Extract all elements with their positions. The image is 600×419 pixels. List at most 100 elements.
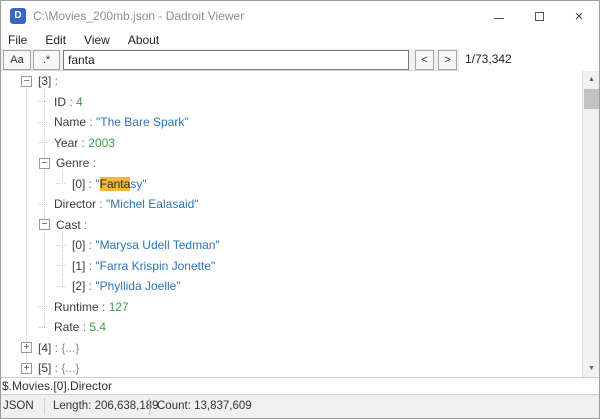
tree-row[interactable]: [1] : "Farra Krispin Jonette" [1,256,599,277]
collapse-box-icon[interactable]: − [21,75,32,87]
search-toolbar: Aa .* < > 1/73,342 [1,49,599,71]
tree-connector [39,306,47,308]
tree-row[interactable]: Year : 2003 [1,133,599,154]
scroll-up-icon[interactable]: ▲ [583,71,599,88]
tree-row[interactable]: − Cast : [1,215,599,236]
tree-colon: : [79,320,90,335]
tree-value: 2003 [88,135,115,150]
tree-row[interactable]: ID : 4 [1,92,599,113]
previous-match-button[interactable]: < [415,50,434,70]
close-button[interactable]: × [559,1,599,31]
tree-key: [5] [38,361,52,376]
tree-connector [39,101,47,103]
collapse-box-icon[interactable]: − [39,157,50,169]
tree-key: [4] [38,340,52,355]
tree-colon: : [85,238,96,253]
tree-row[interactable]: − [3] : [1,71,599,92]
json-tree: − [3] : ID : 4 Name : "The Bare Spark" Year… [1,71,599,377]
title-bar: D C:\Movies_200mb.json - Dadroit Viewer … [1,1,599,31]
menu-edit[interactable]: Edit [36,33,75,47]
tree-value: 4 [76,94,83,109]
app-window: D C:\Movies_200mb.json - Dadroit Viewer … [0,0,600,419]
tree-row[interactable]: [0] : "Marysa Udell Tedman" [1,235,599,256]
count-label: Count: 13,837,609 [157,400,252,412]
menu-view[interactable]: View [75,33,119,47]
status-divider [149,398,150,415]
tree-colon: : [66,94,77,109]
tree-row[interactable]: + [5] : {...} [1,358,599,377]
maximize-button[interactable] [519,1,559,31]
tree-row[interactable]: Rate : 5.4 [1,317,599,338]
maximize-icon [534,11,544,21]
menu-about[interactable]: About [119,33,168,47]
vertical-scrollbar[interactable]: ▲ ▼ [582,71,599,377]
tree-colon: : [78,135,89,150]
tree-key: Director [54,197,97,212]
tree-colon: : [86,115,97,130]
tree-key: Cast [56,217,81,232]
tree-value: 127 [108,299,129,314]
tree-key: Runtime [54,299,99,314]
tree-value: "Michel Ealasaid" [106,197,199,212]
tree-colon: : [51,361,62,376]
menu-bar: File Edit View About [1,31,599,49]
tree-row[interactable]: − Genre : [1,153,599,174]
tree-row[interactable]: Runtime : 127 [1,297,599,318]
tree-key: Name [54,115,87,130]
tree-value: "Marysa Udell Tedman" [95,238,220,253]
tree-key: [3] [38,74,52,89]
close-icon: × [574,7,584,25]
tree-key: ID [54,94,66,109]
tree-row[interactable]: + [4] : {...} [1,338,599,359]
tree-colon: : [85,258,96,273]
tree-colon: : [51,74,62,89]
tree-value: {...} [61,340,80,355]
tree-connector [39,121,47,123]
window-title: C:\Movies_200mb.json - Dadroit Viewer [33,9,245,23]
next-match-button[interactable]: > [438,50,457,70]
tree-key: [2] [72,279,86,294]
tree-connector [57,183,65,185]
match-counter-panel: 1/73,342 [459,49,599,71]
tree-colon: : [89,156,100,171]
tree-row[interactable]: Name : "The Bare Spark" [1,112,599,133]
tree-colon: : [96,197,107,212]
status-bar: JSON Length: 206,638,189 Count: 13,837,6… [1,395,599,418]
tree-connector [57,265,65,267]
tree-colon: : [80,217,91,232]
menu-file[interactable]: File [1,33,36,47]
window-controls: × [479,1,599,31]
search-input[interactable] [63,50,409,70]
collapse-box-icon[interactable]: − [39,219,50,231]
tree-colon: : [85,176,96,191]
scrollbar-thumb[interactable] [584,89,599,109]
tree-row[interactable]: Director : "Michel Ealasaid" [1,194,599,215]
expand-box-icon[interactable]: + [21,342,32,354]
tree-connector [57,244,65,246]
format-label: JSON [3,400,34,412]
tree-key: Rate [54,320,80,335]
minimize-button[interactable] [479,1,519,31]
match-case-button[interactable]: Aa [3,50,31,70]
tree-key: [1] [72,258,86,273]
minimize-icon [494,17,504,19]
tree-value: "Phyllida Joelle" [95,279,181,294]
regex-button[interactable]: .* [33,50,60,70]
tree-colon: : [98,299,109,314]
tree-connector [57,285,65,287]
json-path: $.Movies.[0].Director [2,379,113,393]
tree-row[interactable]: [0] : " Fanta sy" [1,174,599,195]
tree-connector [39,326,47,328]
tree-colon: : [85,279,96,294]
scroll-down-icon[interactable]: ▼ [583,360,599,377]
status-divider [44,398,45,415]
match-counter: 1/73,342 [465,52,512,66]
app-icon: D [10,8,26,24]
tree-row[interactable]: [2] : "Phyllida Joelle" [1,276,599,297]
tree-key: Genre [56,156,90,171]
tree-value: {...} [61,361,80,376]
tree-connector [39,142,47,144]
path-bar: $.Movies.[0].Director [1,377,599,395]
tree-key: [0] [72,176,86,191]
expand-box-icon[interactable]: + [21,362,32,374]
